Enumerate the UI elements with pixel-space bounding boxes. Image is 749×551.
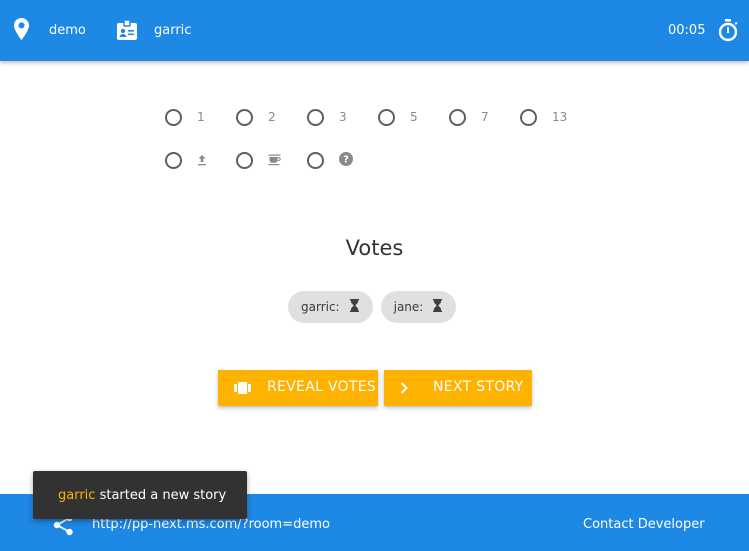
room-url-link[interactable]: http://pp-next.ms.com/?room=demo xyxy=(92,517,330,532)
reveal-votes-label: REVEAL VOTES xyxy=(267,379,377,395)
location-pin-icon xyxy=(14,18,29,40)
timer: 00:05 xyxy=(668,0,705,61)
app-header: demo garric 00:05 xyxy=(0,0,749,61)
room-label: demo xyxy=(49,23,86,38)
help-circle-icon: ? xyxy=(339,151,353,170)
radio-button[interactable] xyxy=(236,108,253,126)
snackbar-notification: garric started a new story xyxy=(33,471,247,519)
radio-button[interactable] xyxy=(307,151,324,169)
contact-developer-link[interactable]: Contact Developer xyxy=(583,517,705,532)
reveal-votes-button[interactable]: REVEAL VOTES xyxy=(218,370,378,406)
upload-icon xyxy=(197,151,207,170)
room-name: demo xyxy=(49,0,86,61)
card-value: 1 xyxy=(197,110,205,124)
chevron-right-icon xyxy=(400,370,408,406)
card-option-coffee[interactable] xyxy=(236,150,307,170)
hourglass-icon xyxy=(349,299,359,315)
participant-name: garric: xyxy=(301,300,340,314)
stopwatch-icon[interactable] xyxy=(717,19,739,42)
card-row-special: ? xyxy=(165,150,378,170)
participant-name: jane: xyxy=(393,300,424,314)
card-value: 2 xyxy=(268,110,276,124)
card-value: 3 xyxy=(339,110,347,124)
vote-chip-garric: garric: xyxy=(288,291,373,323)
card-value: 7 xyxy=(481,110,489,124)
radio-button[interactable] xyxy=(236,151,253,169)
card-value: 5 xyxy=(410,110,418,124)
card-option-3[interactable]: 3 xyxy=(307,107,378,127)
snackbar-user: garric xyxy=(58,487,96,503)
next-story-button[interactable]: NEXT STORY xyxy=(384,370,532,406)
snackbar-message: started a new story xyxy=(95,487,227,503)
hourglass-icon xyxy=(433,299,443,315)
vote-chips: garric: jane: xyxy=(288,291,457,323)
radio-button[interactable] xyxy=(165,108,182,126)
coffee-icon xyxy=(268,151,281,170)
card-option-unsure[interactable]: ? xyxy=(307,150,378,170)
user-name: garric xyxy=(154,0,191,61)
id-badge-icon xyxy=(116,19,138,41)
card-option-13[interactable]: 13 xyxy=(520,107,591,127)
radio-button[interactable] xyxy=(520,108,537,126)
vote-chip-jane: jane: xyxy=(380,291,457,323)
card-option-2[interactable]: 2 xyxy=(236,107,307,127)
card-option-1[interactable]: 1 xyxy=(165,107,236,127)
svg-text:?: ? xyxy=(343,154,349,165)
card-option-7[interactable]: 7 xyxy=(449,107,520,127)
cards-icon xyxy=(234,370,251,406)
radio-button[interactable] xyxy=(449,108,466,126)
radio-button[interactable] xyxy=(378,108,395,126)
timer-value: 00:05 xyxy=(668,23,706,38)
card-row-numbers: 1 2 3 5 7 13 xyxy=(165,107,591,127)
card-value: 13 xyxy=(552,110,568,124)
radio-button[interactable] xyxy=(165,151,182,169)
votes-heading: Votes xyxy=(345,236,404,260)
radio-button[interactable] xyxy=(307,108,324,126)
next-story-label: NEXT STORY xyxy=(433,379,524,395)
user-label: garric xyxy=(154,23,192,38)
card-option-5[interactable]: 5 xyxy=(378,107,449,127)
card-option-upload[interactable] xyxy=(165,150,236,170)
